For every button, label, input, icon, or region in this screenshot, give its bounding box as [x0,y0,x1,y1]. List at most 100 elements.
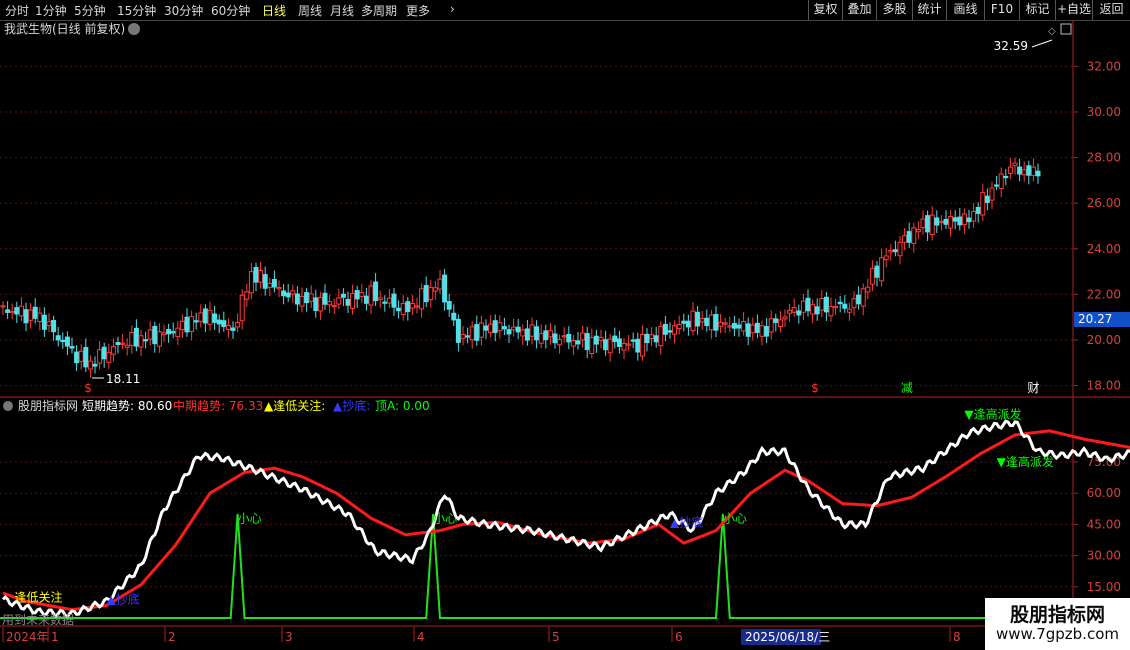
toolbar-button-5[interactable]: F10 [984,0,1019,20]
candle-body [161,332,167,336]
candle-body [184,316,190,333]
price-tick-label: 20.00 [1087,333,1121,347]
candle-body [874,265,880,278]
date-label-5: 5 [552,630,560,644]
candle-body [396,307,402,312]
candle-body [570,339,576,347]
candle-body [630,339,636,342]
indicator-annotation-1: ▲抄底 [107,591,140,606]
candle-body [235,322,241,328]
candle-body [166,329,172,335]
timeframe-tab-7[interactable]: 周线 [298,2,322,19]
candle-body [455,318,461,343]
timeframe-tab-9[interactable]: 多周期 [361,2,397,19]
candle-body [888,250,894,253]
candle-body [897,241,903,257]
timeframe-tab-1[interactable]: 1分钟 [35,2,67,19]
timeframe-tab-6[interactable]: 日线 [262,2,286,19]
candle-body [212,313,218,323]
timeframe-tab-4[interactable]: 30分钟 [164,2,203,19]
candle-body [690,310,696,332]
date-label-3: 3 [285,630,293,644]
timeframe-tab-3[interactable]: 15分钟 [117,2,156,19]
top-a-line [0,513,1073,619]
toolbar-button-8[interactable]: 返回 [1092,0,1130,20]
candle-body [32,306,38,319]
candle-body [699,318,705,323]
candle-body [41,314,47,330]
candle-body [1026,165,1032,176]
candle-body [377,297,383,301]
candle-body [1007,166,1013,174]
candle-body [92,363,98,367]
timeframe-tab-8[interactable]: 月线 [330,2,354,19]
candle-body [175,327,181,338]
candle-body [474,324,480,341]
candle-body [51,319,57,333]
timeframe-tab-5[interactable]: 60分钟 [211,2,250,19]
candle-body [37,312,43,323]
candle-body [672,325,678,335]
indicator-annotation-3: 小心 [433,511,457,525]
candle-body [143,339,149,342]
timeframe-tab-0[interactable]: 分时 [5,2,29,19]
candle-body [892,249,898,253]
price-tick-label: 32.00 [1087,59,1121,73]
candle-body [304,292,310,304]
toolbar-button-4[interactable]: 画线 [946,0,984,20]
candle-body [782,316,788,320]
candle-body [639,334,645,357]
indicator-tick-label: 45.00 [1087,517,1121,531]
candle-body [363,295,369,304]
candle-body [373,281,379,302]
candle-body [386,297,392,304]
candle-body [428,286,434,300]
candle-body [432,287,438,292]
buy-bottom-label: ▲抄底: [333,398,370,413]
candle-body [60,339,66,343]
candle-body [653,335,659,343]
panel-toggle-icon[interactable] [1060,23,1072,35]
candle-body [975,206,981,214]
toolbar-button-1[interactable]: 叠加 [842,0,876,20]
more-chevron-icon[interactable]: › [450,2,455,16]
timeframe-tab-10[interactable]: 更多 [406,2,430,19]
mid-trend-label: 中期趋势: 76.33 [173,398,263,413]
candle-body [626,343,632,346]
event-marker-2: 减 [901,381,913,395]
candle-body [170,331,176,334]
candle-body [681,320,687,324]
candle-body [989,187,995,201]
candle-body [865,286,871,293]
title-dropdown-icon[interactable] [128,23,140,35]
candle-body [221,320,227,327]
toolbar-button-7[interactable]: +自选 [1055,0,1092,20]
candle-body [340,293,346,298]
candle-body [929,214,935,236]
candle-body [575,340,581,345]
candle-body [543,330,549,341]
indicator-dropdown-icon[interactable] [3,401,13,411]
candle-body [814,306,820,315]
candle-body [584,333,590,351]
candle-body [520,329,526,337]
candle-body [437,278,443,290]
toolbar-button-6[interactable]: 标记 [1019,0,1055,20]
toolbar-button-2[interactable]: 多股 [876,0,912,20]
candle-body [230,327,236,331]
candle-body [593,335,599,345]
candle-body [23,309,29,324]
candle-body [193,320,199,323]
toolbar-button-3[interactable]: 统计 [912,0,946,20]
candle-body [120,342,126,345]
price-tick-label: 30.00 [1087,105,1121,119]
candle-body [833,305,839,309]
candle-body [529,324,535,337]
watermark-title: 股朋指标网 [1009,604,1105,626]
timeframe-tab-2[interactable]: 5分钟 [74,2,106,19]
toolbar-button-0[interactable]: 复权 [808,0,842,20]
candle-body [285,292,291,298]
indicator-annotation-4: ▲抄底 [670,514,703,529]
candle-body [156,331,162,347]
candle-body [934,217,940,226]
